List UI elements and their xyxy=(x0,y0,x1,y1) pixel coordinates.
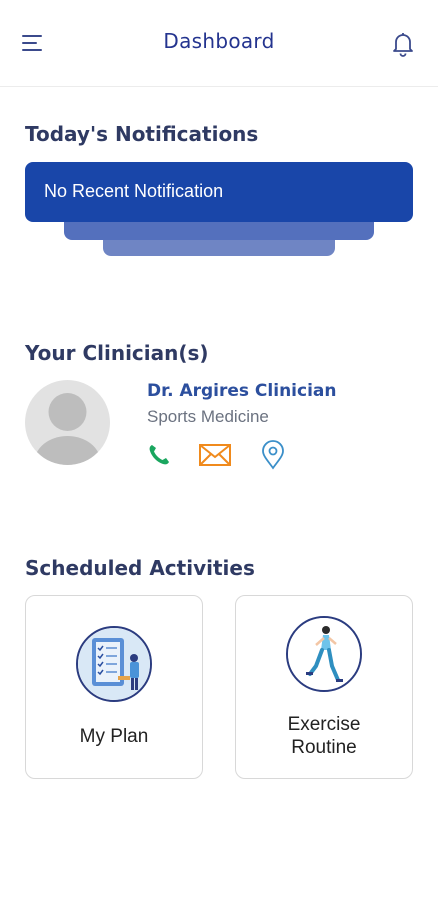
mail-icon[interactable] xyxy=(198,442,232,468)
avatar xyxy=(25,380,110,465)
plan-checklist-icon xyxy=(76,626,152,702)
exercise-routine-label: Exercise Routine xyxy=(236,713,412,759)
clinician-name[interactable]: Dr. Argires Clinician xyxy=(147,381,336,401)
bell-icon[interactable] xyxy=(389,30,417,58)
running-woman-icon xyxy=(286,616,362,692)
notification-card[interactable]: No Recent Notification xyxy=(25,162,413,222)
clinician-specialty: Sports Medicine xyxy=(147,407,269,426)
scheduled-activities-heading: Scheduled Activities xyxy=(25,556,255,580)
page-title: Dashboard xyxy=(163,29,275,53)
location-pin-icon[interactable] xyxy=(260,440,286,470)
notification-message: No Recent Notification xyxy=(44,181,224,201)
my-plan-card[interactable]: My Plan xyxy=(25,595,203,779)
clinicians-heading: Your Clinician(s) xyxy=(25,341,209,365)
exercise-routine-card[interactable]: Exercise Routine xyxy=(235,595,413,779)
exercise-routine-label-line2: Routine xyxy=(291,737,357,758)
exercise-routine-label-line1: Exercise xyxy=(287,714,361,735)
phone-icon[interactable] xyxy=(146,442,172,468)
my-plan-label: My Plan xyxy=(79,726,149,747)
notifications-heading: Today's Notifications xyxy=(25,122,259,146)
top-app-bar: Dashboard xyxy=(0,0,438,87)
